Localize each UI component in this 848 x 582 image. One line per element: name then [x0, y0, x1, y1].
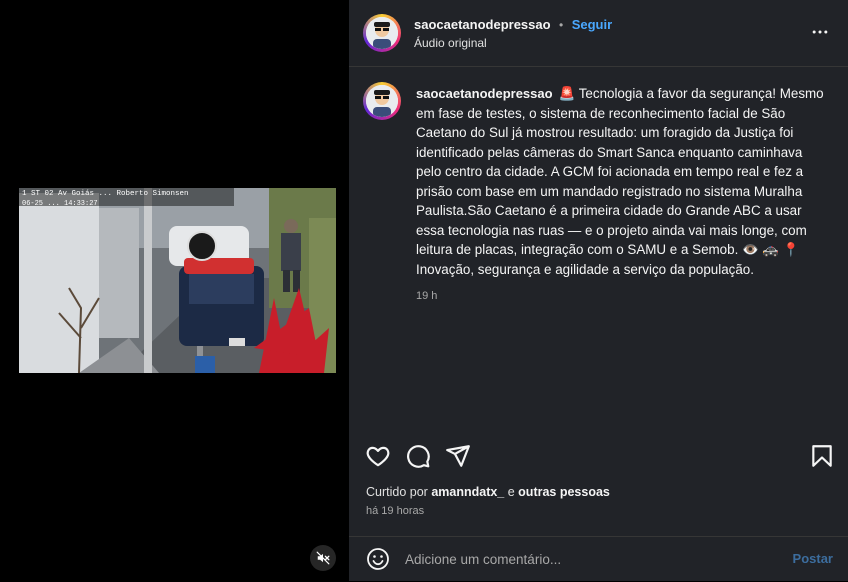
video-frame	[19, 188, 336, 373]
follow-button[interactable]: Seguir	[572, 17, 612, 32]
comment-icon[interactable]	[405, 443, 431, 469]
liked-prefix: Curtido por	[366, 485, 432, 499]
post-viewer: 1 ST 02 Av Goiás ... Roberto Simonsen 06…	[0, 0, 848, 581]
post-button[interactable]: Postar	[793, 551, 833, 566]
video-overlay-text: 1 ST 02 Av Goiás ... Roberto Simonsen	[22, 190, 189, 198]
post-panel: saocaetanodepressao • Seguir Áudio origi…	[349, 0, 848, 581]
comment-input[interactable]	[405, 547, 775, 571]
video-player[interactable]: 1 ST 02 Av Goiás ... Roberto Simonsen 06…	[19, 188, 336, 373]
header-username[interactable]: saocaetanodepressao	[414, 17, 551, 32]
caption-avatar-image	[366, 85, 398, 117]
liked-middle: e	[504, 485, 519, 499]
liked-others[interactable]: outras pessoas	[518, 485, 610, 499]
audio-label[interactable]: Áudio original	[414, 36, 487, 50]
mute-button[interactable]	[310, 545, 336, 571]
share-icon[interactable]	[445, 443, 471, 469]
bookmark-icon[interactable]	[809, 443, 835, 469]
avatar-image	[366, 17, 398, 49]
caption-avatar[interactable]	[363, 82, 401, 120]
more-icon[interactable]	[810, 22, 830, 42]
caption-text: 🚨 Tecnologia a favor da segurança! Mesmo…	[416, 86, 824, 277]
caption: saocaetanodepressao 🚨 Tecnologia a favor …	[416, 84, 826, 279]
action-bar	[349, 430, 848, 479]
header-separator: •	[559, 18, 564, 32]
mute-icon	[316, 551, 330, 565]
post-header: saocaetanodepressao • Seguir Áudio origi…	[349, 0, 848, 67]
caption-time: 19 h	[416, 290, 438, 302]
video-timestamp: 06-25 ... 14:33:27	[22, 200, 98, 208]
liked-by: Curtido por amanndatx_ e outras pessoas	[366, 485, 610, 499]
comment-bar: Postar	[349, 536, 848, 582]
heart-icon[interactable]	[365, 443, 391, 469]
media-area: 1 ST 02 Av Goiás ... Roberto Simonsen 06…	[0, 0, 349, 581]
emoji-icon[interactable]	[366, 547, 390, 571]
caption-username[interactable]: saocaetanodepressao	[416, 86, 553, 101]
posted-ago[interactable]: há 19 horas	[366, 505, 424, 517]
liked-user[interactable]: amanndatx_	[431, 485, 504, 499]
avatar[interactable]	[363, 14, 401, 52]
